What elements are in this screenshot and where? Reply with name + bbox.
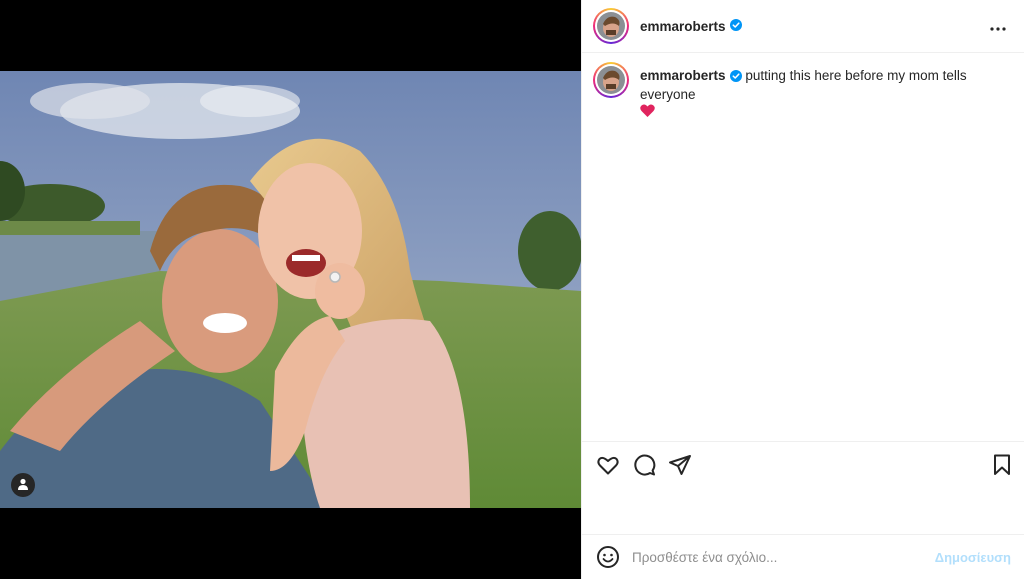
share-button[interactable] <box>668 453 692 477</box>
post-photo[interactable] <box>0 71 581 508</box>
caption-text-block: emmaroberts putting this here before my … <box>640 67 1010 121</box>
bookmark-icon <box>990 454 1014 480</box>
post-actions <box>582 441 1024 486</box>
verified-badge-icon <box>729 69 742 86</box>
emoji-picker-button[interactable] <box>596 545 620 569</box>
post-caption: emmaroberts putting this here before my … <box>593 62 1010 121</box>
like-button[interactable] <box>596 453 620 477</box>
post-header: emmaroberts <box>582 0 1024 53</box>
caption-avatar[interactable] <box>593 62 629 98</box>
heart-emoji-icon <box>640 104 1010 121</box>
post-comment-button[interactable]: Δημοσίευση <box>935 550 1011 565</box>
comment-button[interactable] <box>632 453 656 477</box>
save-button[interactable] <box>990 453 1014 477</box>
post-modal: emmaroberts emmaroberts putting this her… <box>0 0 1024 579</box>
verified-badge-icon <box>729 18 742 34</box>
more-options-button[interactable] <box>988 16 1008 36</box>
comment-icon <box>632 454 656 480</box>
header-username[interactable]: emmaroberts <box>640 19 726 34</box>
avatar[interactable] <box>593 8 629 44</box>
post-media <box>0 0 581 579</box>
caption-username[interactable]: emmaroberts <box>640 68 726 83</box>
comment-input[interactable] <box>632 549 922 565</box>
add-comment-row: Δημοσίευση <box>582 534 1024 579</box>
share-icon <box>668 455 692 480</box>
smiley-icon <box>596 546 620 572</box>
post-side-panel: emmaroberts emmaroberts putting this her… <box>581 0 1024 579</box>
heart-icon <box>596 456 620 480</box>
tagged-users-button[interactable] <box>11 473 35 497</box>
more-horizontal-icon <box>990 18 1006 34</box>
user-icon <box>17 477 29 493</box>
